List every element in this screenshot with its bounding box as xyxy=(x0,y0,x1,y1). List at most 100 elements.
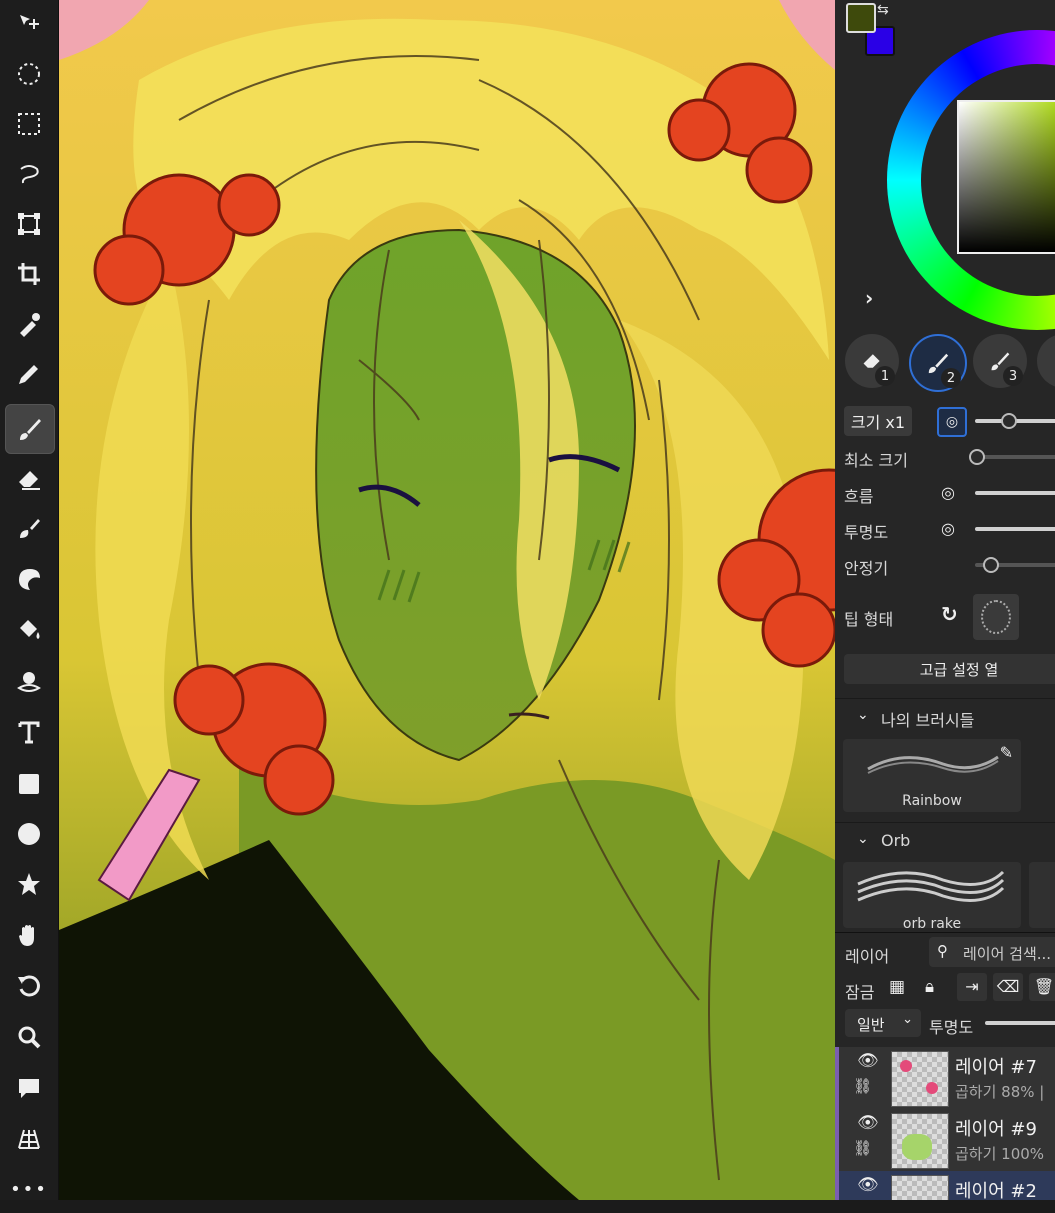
layer-thumbnail xyxy=(891,1051,949,1107)
pressure-toggle-icon[interactable]: ◎ xyxy=(937,407,967,437)
layer-name: 레이어 #9 xyxy=(955,1119,1037,1140)
crop-icon[interactable] xyxy=(5,250,53,298)
brush-slot-2[interactable]: 2 xyxy=(909,334,967,392)
clip-link-icon[interactable]: ⛓︎ xyxy=(853,1139,872,1157)
move-icon[interactable] xyxy=(5,0,53,48)
reset-icon[interactable]: ↻ xyxy=(941,602,958,626)
primary-color-swatch[interactable] xyxy=(846,3,876,33)
chevron-down-icon: ⌄ xyxy=(857,831,869,847)
flow-label: 흐름 xyxy=(844,487,874,506)
layer-row[interactable]: 👁︎ ⛓︎ 레이어 #7 곱하기 88% | xyxy=(835,1047,1055,1110)
layer-thumbnail xyxy=(891,1113,949,1169)
eye-icon[interactable]: 👁︎ xyxy=(857,1051,879,1071)
brush-slot-3[interactable]: 3 xyxy=(973,334,1027,388)
chevron-down-icon: ⌄ xyxy=(857,707,869,723)
search-placeholder: 레이어 검색... xyxy=(963,945,1052,963)
flow-pressure-icon[interactable]: ◎ xyxy=(941,483,955,502)
brush-card-next[interactable] xyxy=(1029,862,1055,928)
eye-icon[interactable]: 👁︎ xyxy=(857,1175,879,1195)
layer-search-input[interactable]: ⚲ 레이어 검색... xyxy=(929,937,1055,967)
eraser-icon[interactable] xyxy=(5,455,53,503)
brush-slot-4[interactable] xyxy=(1037,334,1055,388)
hand-icon[interactable] xyxy=(5,911,53,959)
edit-pencil-icon[interactable]: ✎ xyxy=(1000,743,1013,762)
layer-name: 레이어 #2 xyxy=(955,1181,1037,1200)
swap-colors-icon[interactable]: ⇆ xyxy=(877,2,889,18)
stabilizer-slider[interactable] xyxy=(975,557,1055,573)
brush-name: orb rake xyxy=(902,916,962,928)
opacity-pressure-icon[interactable]: ◎ xyxy=(941,519,955,538)
clip-link-icon[interactable]: ⛓︎ xyxy=(853,1077,872,1095)
layer-row[interactable]: 👁︎ ⛓︎ 레이어 #9 곱하기 100% xyxy=(835,1109,1055,1172)
lasso-ellipse-icon[interactable] xyxy=(5,50,53,98)
zoom-icon[interactable] xyxy=(5,1013,53,1061)
brush-stroke-preview xyxy=(857,870,1005,902)
more-icon[interactable]: ••• xyxy=(5,1165,53,1213)
rectangle-icon[interactable] xyxy=(5,760,53,808)
brush-stroke-preview xyxy=(867,755,999,774)
eraser-layer-icon[interactable]: ⌫ xyxy=(993,973,1023,1001)
lock-icon[interactable]: 🔒︎ xyxy=(925,977,934,997)
flow-slider[interactable] xyxy=(975,491,1055,495)
eyedropper-icon[interactable] xyxy=(5,300,53,348)
saturation-value-square[interactable] xyxy=(957,100,1055,254)
expand-arrow-icon[interactable]: › xyxy=(865,286,873,310)
layer-name: 레이어 #7 xyxy=(955,1057,1037,1078)
transform-icon[interactable] xyxy=(5,200,53,248)
layer-info: 곱하기 100% xyxy=(955,1145,1045,1163)
blur-icon[interactable] xyxy=(5,555,53,603)
fill-icon[interactable] xyxy=(5,605,53,653)
stabilizer-label: 안정기 xyxy=(844,559,889,578)
smudge-icon[interactable] xyxy=(5,505,53,553)
right-panel: ⇆ › 1 2 3 크기 x1 ◎ 최소 크기 흐름 ◎ 투명도 ◎ 안정기 팁… xyxy=(835,0,1055,1200)
blend-mode-value: 일반 xyxy=(857,1016,885,1034)
tip-shape-preview[interactable] xyxy=(973,594,1019,640)
brush-slot-1[interactable]: 1 xyxy=(845,334,899,388)
layers-title: 레이어 xyxy=(845,947,890,966)
min-size-slider[interactable] xyxy=(969,449,1055,465)
undo-icon[interactable] xyxy=(5,962,53,1010)
slot-number: 1 xyxy=(875,366,895,386)
slot-number: 3 xyxy=(1003,366,1023,386)
comment-icon[interactable] xyxy=(5,1064,53,1112)
advanced-settings-button[interactable]: 고급 설정 열 xyxy=(844,654,1055,684)
orb-brushes-header[interactable]: ⌄ Orb xyxy=(835,822,1055,857)
min-size-slider-knob[interactable] xyxy=(969,449,985,465)
drawing-canvas[interactable] xyxy=(59,0,835,1200)
size-slider[interactable] xyxy=(975,413,1055,429)
star-icon[interactable] xyxy=(5,860,53,908)
pen-icon[interactable] xyxy=(5,350,53,398)
ellipse-icon[interactable] xyxy=(5,810,53,858)
trash-icon[interactable]: 🗑︎ xyxy=(1029,973,1055,1001)
text-icon[interactable] xyxy=(5,708,53,756)
brush-icon[interactable] xyxy=(5,404,55,454)
layer-info: 곱하기 88% | xyxy=(955,1083,1045,1101)
layer-row-selected[interactable]: 👁︎ 레이어 #2 xyxy=(835,1171,1055,1200)
brush-name: Rainbow xyxy=(902,793,962,809)
brush-opacity-slider[interactable] xyxy=(975,527,1055,531)
perspective-icon[interactable] xyxy=(5,1115,53,1163)
eye-icon[interactable]: 👁︎ xyxy=(857,1113,879,1133)
brush-card-rainbow[interactable]: ✎ Rainbow xyxy=(843,739,1021,812)
size-multiplier-button[interactable]: 크기 x1 xyxy=(844,406,912,436)
export-layer-icon[interactable]: ⇥ xyxy=(957,973,987,1001)
tip-shape-label: 팁 형태 xyxy=(844,610,894,629)
magic-wand-icon[interactable] xyxy=(5,657,53,705)
marquee-icon[interactable] xyxy=(5,100,53,148)
blend-mode-select[interactable]: 일반 ⌄ xyxy=(845,1009,921,1037)
layer-thumbnail xyxy=(891,1175,949,1200)
brush-card-orb-rake[interactable]: orb rake xyxy=(843,862,1021,928)
checker-lock-icon[interactable]: ▦ xyxy=(889,977,905,997)
slot-number: 2 xyxy=(941,368,961,388)
stabilizer-slider-knob[interactable] xyxy=(982,557,999,573)
lock-label: 잠금 xyxy=(845,983,875,1002)
search-icon: ⚲ xyxy=(937,942,948,960)
artwork xyxy=(59,0,835,1200)
lasso-icon[interactable] xyxy=(5,150,53,198)
layer-opacity-slider[interactable] xyxy=(985,1021,1055,1025)
min-size-label: 최소 크기 xyxy=(844,451,908,470)
size-slider-knob[interactable] xyxy=(1000,413,1017,429)
layers-panel: 레이어 ⚲ 레이어 검색... 잠금 ▦ 🔒︎ ⇥ ⌫ 🗑︎ 일반 ⌄ 투명도 … xyxy=(835,932,1055,1200)
layer-opacity-label: 투명도 xyxy=(929,1018,974,1037)
my-brushes-header[interactable]: ⌄ 나의 브러시들 xyxy=(835,698,1055,733)
